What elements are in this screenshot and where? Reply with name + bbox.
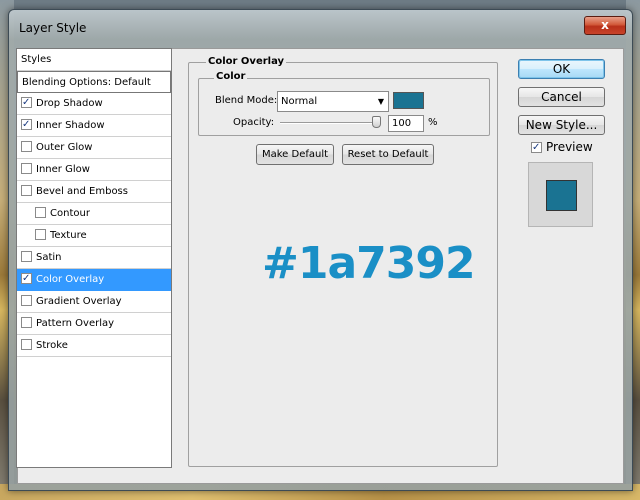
pattern-overlay-checkbox[interactable] xyxy=(21,317,32,328)
opacity-label: Opacity: xyxy=(233,117,275,128)
ok-button[interactable]: OK xyxy=(518,59,605,79)
style-item-label: Gradient Overlay xyxy=(36,296,122,307)
close-button[interactable]: x xyxy=(584,16,626,35)
hex-color-label: #1a7392 xyxy=(262,238,476,289)
preview-toggle[interactable]: Preview xyxy=(531,140,593,154)
overlay-color-swatch[interactable] xyxy=(393,92,424,109)
cancel-button[interactable]: Cancel xyxy=(518,87,605,107)
opacity-unit: % xyxy=(428,117,438,128)
inner-shadow-checkbox[interactable] xyxy=(21,119,32,130)
blending-options-item[interactable]: Blending Options: Default xyxy=(17,71,171,93)
style-item-label: Inner Shadow xyxy=(36,120,105,131)
stroke-checkbox[interactable] xyxy=(21,339,32,350)
style-item-contour[interactable]: Contour xyxy=(17,203,171,225)
make-default-button[interactable]: Make Default xyxy=(256,144,334,165)
bevel-and-emboss-checkbox[interactable] xyxy=(21,185,32,196)
style-item-inner-shadow[interactable]: Inner Shadow xyxy=(17,115,171,137)
style-item-gradient-overlay[interactable]: Gradient Overlay xyxy=(17,291,171,313)
preview-color-square xyxy=(546,180,577,211)
style-item-bevel-and-emboss[interactable]: Bevel and Emboss xyxy=(17,181,171,203)
blending-options-label: Blending Options: Default xyxy=(22,77,151,88)
style-item-label: Satin xyxy=(36,252,62,263)
style-item-satin[interactable]: Satin xyxy=(17,247,171,269)
style-item-label: Drop Shadow xyxy=(36,98,103,109)
preview-checkbox[interactable] xyxy=(531,142,542,153)
styles-header-label: Styles xyxy=(21,54,52,65)
drop-shadow-checkbox[interactable] xyxy=(21,97,32,108)
blend-mode-select[interactable]: Normal ▼ xyxy=(277,91,389,112)
opacity-slider-handle[interactable] xyxy=(372,116,381,128)
title-bar[interactable]: Layer Style x xyxy=(9,10,632,40)
texture-checkbox[interactable] xyxy=(35,229,46,240)
style-item-label: Color Overlay xyxy=(36,274,105,285)
outer-glow-checkbox[interactable] xyxy=(21,141,32,152)
style-item-label: Pattern Overlay xyxy=(36,318,115,329)
preview-label: Preview xyxy=(546,140,593,154)
style-item-outer-glow[interactable]: Outer Glow xyxy=(17,137,171,159)
style-item-drop-shadow[interactable]: Drop Shadow xyxy=(17,93,171,115)
style-item-texture[interactable]: Texture xyxy=(17,225,171,247)
style-item-pattern-overlay[interactable]: Pattern Overlay xyxy=(17,313,171,335)
style-item-label: Outer Glow xyxy=(36,142,93,153)
style-item-label: Stroke xyxy=(36,340,68,351)
styles-list: Styles Blending Options: Default Drop Sh… xyxy=(16,48,172,468)
style-item-color-overlay[interactable]: Color Overlay xyxy=(17,269,171,291)
inner-glow-checkbox[interactable] xyxy=(21,163,32,174)
reset-to-default-button[interactable]: Reset to Default xyxy=(342,144,434,165)
new-style-button[interactable]: New Style... xyxy=(518,115,605,135)
blend-mode-value: Normal xyxy=(281,96,318,107)
style-item-label: Bevel and Emboss xyxy=(36,186,128,197)
preview-thumbnail xyxy=(528,162,593,227)
styles-header[interactable]: Styles xyxy=(17,49,171,71)
chevron-down-icon: ▼ xyxy=(377,97,384,106)
gradient-overlay-checkbox[interactable] xyxy=(21,295,32,306)
contour-checkbox[interactable] xyxy=(35,207,46,218)
style-item-inner-glow[interactable]: Inner Glow xyxy=(17,159,171,181)
color-overlay-checkbox[interactable] xyxy=(21,273,32,284)
color-group-title: Color xyxy=(214,71,248,82)
style-item-label: Inner Glow xyxy=(36,164,90,175)
style-item-label: Texture xyxy=(50,230,87,241)
blend-mode-label: Blend Mode: xyxy=(215,95,278,106)
satin-checkbox[interactable] xyxy=(21,251,32,262)
panel-title: Color Overlay xyxy=(206,56,287,67)
style-item-label: Contour xyxy=(50,208,90,219)
window-title: Layer Style xyxy=(19,21,87,35)
opacity-slider-track[interactable] xyxy=(280,122,380,124)
opacity-input[interactable]: 100 xyxy=(388,115,424,132)
style-item-stroke[interactable]: Stroke xyxy=(17,335,171,357)
